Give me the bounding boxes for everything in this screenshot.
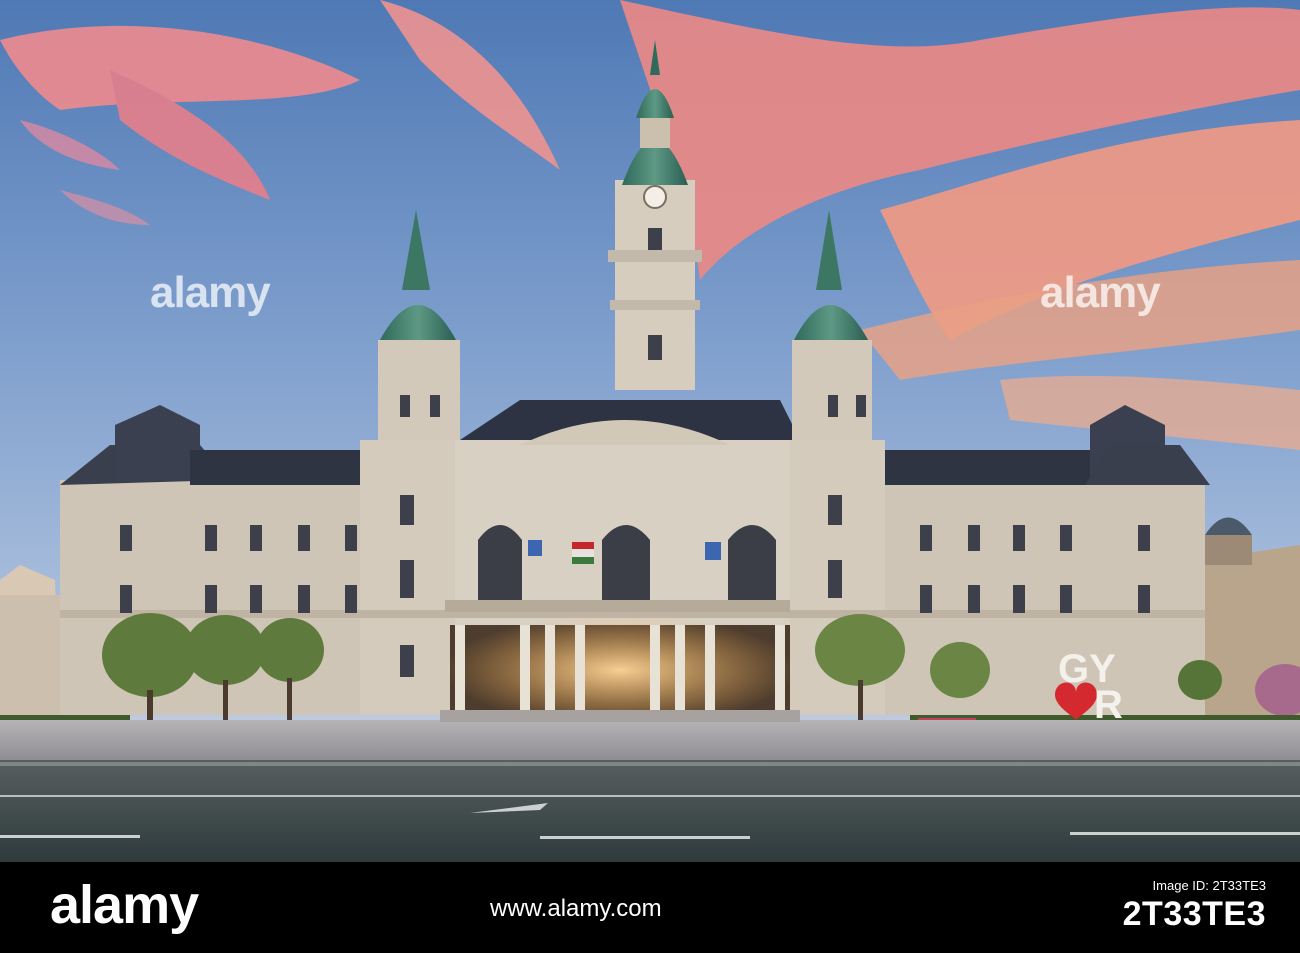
image-id-block: Image ID: 2T33TE3 2T33TE3 [1123,878,1266,934]
road [0,760,1300,862]
watermark-left: alamy [150,268,271,317]
image-id: 2T33TE3 [1122,895,1266,933]
photo-frame: GY R alamy alamy alamy www.alamy.com Ima… [0,0,1300,953]
watermark-right: alamy [1040,268,1161,317]
plaza [0,720,1300,762]
alamy-logo: alamy [50,875,199,935]
footer-bar: alamy www.alamy.com Image ID: 2T33TE3 2T… [0,862,1300,953]
city-hall-photo: GY R [0,0,1300,862]
alamy-url: www.alamy.com [490,895,662,922]
image-id-label: Image ID: 2T33TE3 [1152,878,1266,893]
